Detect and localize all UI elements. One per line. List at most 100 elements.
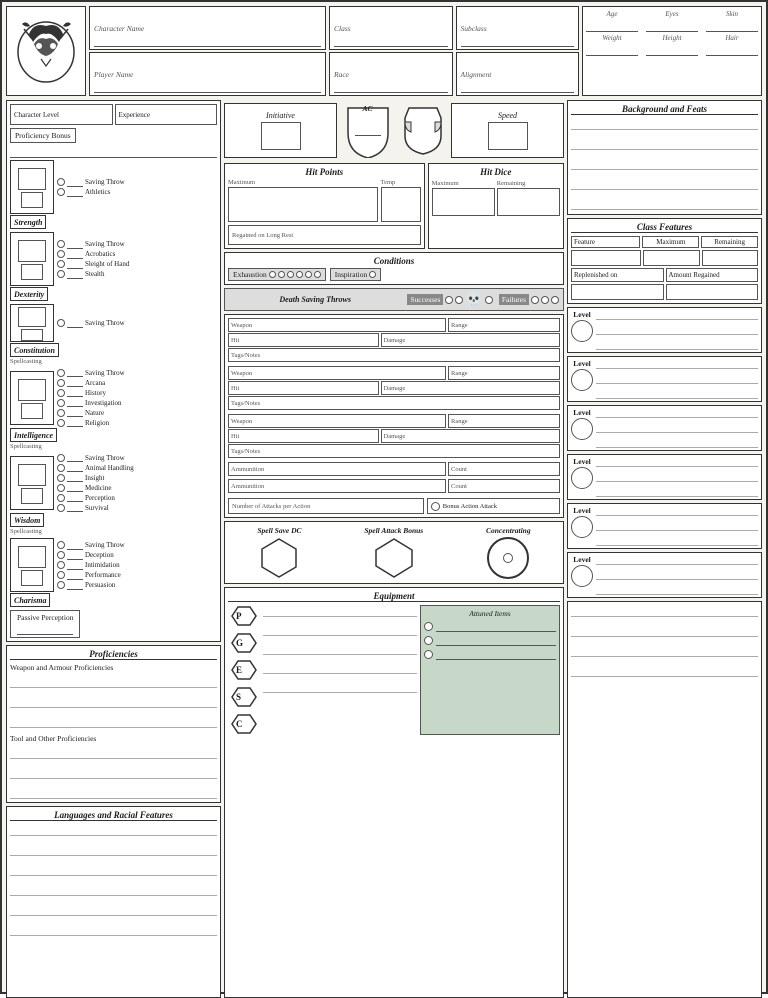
- level-2-circle[interactable]: [571, 369, 593, 391]
- weapon-3-hit[interactable]: Hit: [228, 429, 379, 443]
- level-2-line-1[interactable]: [596, 359, 758, 369]
- character-name-field[interactable]: Character Name: [89, 6, 326, 50]
- wisdom-stat-block[interactable]: [10, 456, 54, 510]
- weapon-3-range[interactable]: Range: [448, 414, 560, 428]
- cf-replenished-field[interactable]: [571, 284, 664, 300]
- concentrating-circle[interactable]: [487, 537, 529, 579]
- bonus-attack-box[interactable]: Bonus Action Attack: [427, 498, 560, 514]
- sleight-check[interactable]: [57, 260, 65, 268]
- level-2-line-2[interactable]: [596, 374, 758, 384]
- failure-1[interactable]: [531, 296, 539, 304]
- level-6-circle[interactable]: [571, 565, 593, 587]
- constitution-stat-block[interactable]: [10, 304, 54, 342]
- hd-remaining-field[interactable]: [497, 188, 560, 216]
- subclass-field[interactable]: Subclass: [456, 6, 580, 50]
- level-5-line-3[interactable]: [596, 536, 758, 546]
- ammo-2-field[interactable]: Ammunition: [228, 479, 446, 493]
- player-name-field[interactable]: Player Name: [89, 52, 326, 96]
- weapon-2-damage[interactable]: Damage: [381, 381, 560, 395]
- cha-save-check[interactable]: [57, 541, 65, 549]
- attacks-per-action[interactable]: Number of Attacks per Action: [228, 498, 424, 514]
- equip-line-5[interactable]: [263, 681, 417, 693]
- success-3[interactable]: [485, 296, 493, 304]
- hp-max-field[interactable]: [228, 187, 378, 222]
- level-6-line-1[interactable]: [596, 555, 758, 565]
- intelligence-stat-block[interactable]: [10, 371, 54, 425]
- bg-line-5[interactable]: [571, 198, 758, 210]
- level-5-circle[interactable]: [571, 516, 593, 538]
- level-1-circle[interactable]: [571, 320, 593, 342]
- failure-3[interactable]: [551, 296, 559, 304]
- prof-line-1[interactable]: [10, 676, 217, 688]
- lang-line-6[interactable]: [10, 924, 217, 936]
- inspiration-check[interactable]: [369, 271, 376, 278]
- equip-line-2[interactable]: [263, 624, 417, 636]
- athletics-check[interactable]: [57, 188, 65, 196]
- level-4-line-1[interactable]: [596, 457, 758, 467]
- exhaustion-2[interactable]: [278, 271, 285, 278]
- dex-save-check[interactable]: [57, 240, 65, 248]
- wis-save-check[interactable]: [57, 454, 65, 462]
- level-4-circle[interactable]: [571, 467, 593, 489]
- con-save-check[interactable]: [57, 319, 65, 327]
- race-field[interactable]: Race: [329, 52, 453, 96]
- attuned-check-2[interactable]: [424, 636, 433, 645]
- weapon-3-tags[interactable]: Tags/Notes: [228, 444, 560, 458]
- skin-field[interactable]: Skin: [706, 10, 758, 32]
- weapon-1-name[interactable]: Weapon: [228, 318, 446, 332]
- success-1[interactable]: [445, 296, 453, 304]
- level-4-line-3[interactable]: [596, 487, 758, 497]
- level-4-line-2[interactable]: [596, 472, 758, 482]
- speed-box[interactable]: Speed: [451, 103, 564, 158]
- class-field[interactable]: Class: [329, 6, 453, 50]
- bg-line-4[interactable]: [571, 178, 758, 190]
- weapon-1-hit[interactable]: Hit: [228, 333, 379, 347]
- investigation-check[interactable]: [57, 399, 65, 407]
- equip-line-4[interactable]: [263, 662, 417, 674]
- eyes-field[interactable]: Eyes: [646, 10, 698, 32]
- exhaustion-4[interactable]: [296, 271, 303, 278]
- experience-box[interactable]: Experience: [115, 104, 218, 125]
- charisma-stat-block[interactable]: [10, 538, 54, 592]
- attuned-field-3[interactable]: [436, 648, 556, 660]
- hp-temp-field[interactable]: [381, 187, 421, 222]
- int-save-check[interactable]: [57, 369, 65, 377]
- survival-check[interactable]: [57, 504, 65, 512]
- level-5-line-2[interactable]: [596, 521, 758, 531]
- medicine-check[interactable]: [57, 484, 65, 492]
- weapon-3-damage[interactable]: Damage: [381, 429, 560, 443]
- height-field[interactable]: Height: [646, 34, 698, 56]
- cf-max-field[interactable]: [643, 250, 699, 266]
- cf-feature-field[interactable]: [571, 250, 641, 266]
- level-1-line-1[interactable]: [596, 310, 758, 320]
- bg-line-1[interactable]: [571, 118, 758, 130]
- prof-line-2[interactable]: [10, 696, 217, 708]
- ammo-2-count[interactable]: Count: [448, 479, 560, 493]
- ammo-1-field[interactable]: Ammunition: [228, 462, 446, 476]
- passive-perception-box[interactable]: Passive Perception: [10, 610, 80, 638]
- performance-check[interactable]: [57, 571, 65, 579]
- weapon-3-name[interactable]: Weapon: [228, 414, 446, 428]
- exhaustion-6[interactable]: [314, 271, 321, 278]
- perception-check[interactable]: [57, 494, 65, 502]
- weapon-2-range[interactable]: Range: [448, 366, 560, 380]
- acrobatics-check[interactable]: [57, 250, 65, 258]
- weapon-1-range[interactable]: Range: [448, 318, 560, 332]
- str-save-check[interactable]: [57, 178, 65, 186]
- extra-line-3[interactable]: [571, 645, 758, 657]
- equip-line-3[interactable]: [263, 643, 417, 655]
- equip-line-1[interactable]: [263, 605, 417, 617]
- prof-line-3[interactable]: [10, 716, 217, 728]
- hd-max-field[interactable]: [432, 188, 495, 216]
- level-3-line-2[interactable]: [596, 423, 758, 433]
- level-1-line-2[interactable]: [596, 325, 758, 335]
- history-check[interactable]: [57, 389, 65, 397]
- exhaustion-3[interactable]: [287, 271, 294, 278]
- arcana-check[interactable]: [57, 379, 65, 387]
- lang-line-3[interactable]: [10, 864, 217, 876]
- failure-2[interactable]: [541, 296, 549, 304]
- strength-stat-block[interactable]: [10, 160, 54, 214]
- ammo-1-count[interactable]: Count: [448, 462, 560, 476]
- bonus-attack-check[interactable]: [431, 502, 440, 511]
- level-1-line-3[interactable]: [596, 340, 758, 350]
